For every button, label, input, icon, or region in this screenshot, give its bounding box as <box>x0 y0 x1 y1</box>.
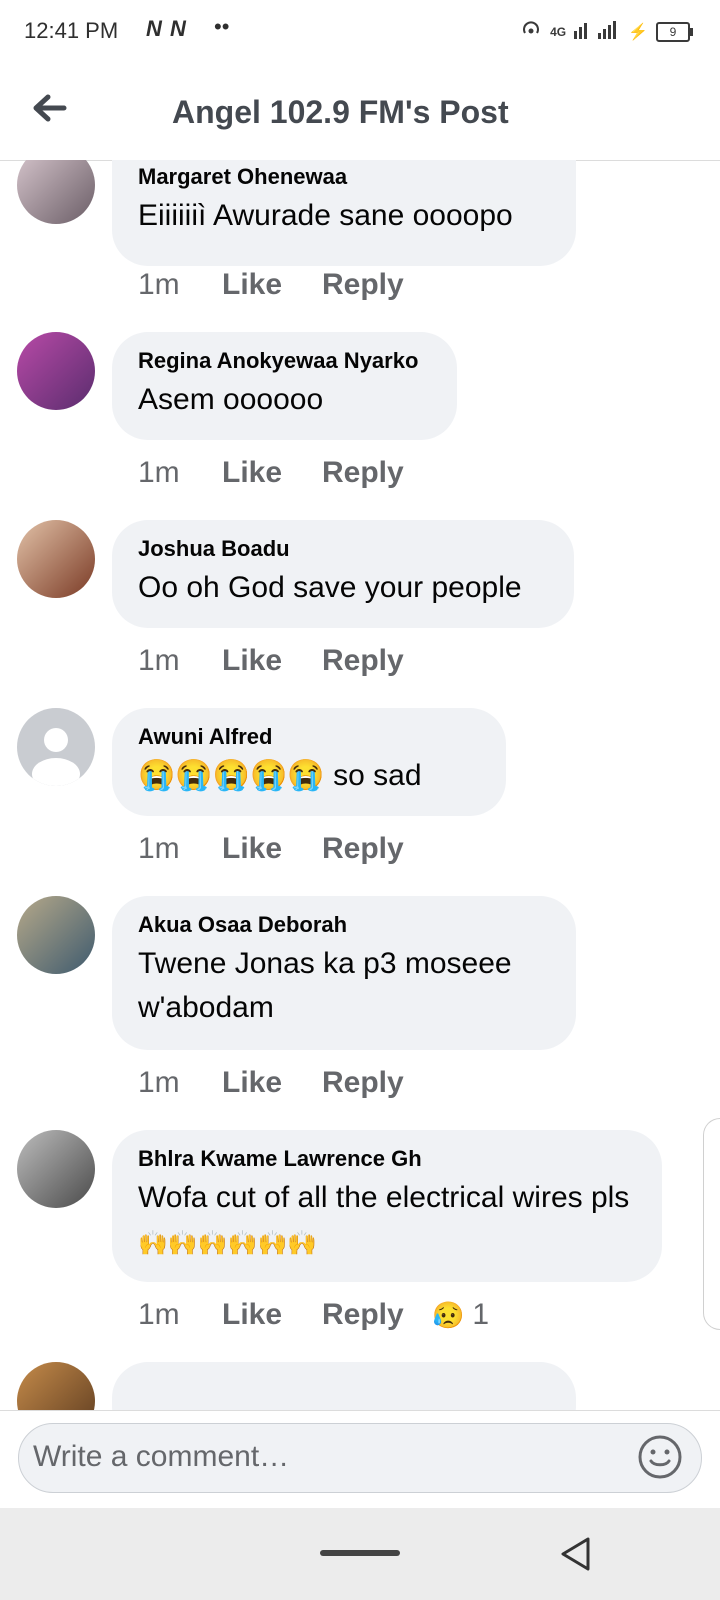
notification-dots: •• <box>214 14 230 39</box>
status-bar: 12:41 PM N N •• 4G ⚡ 9 <box>0 0 720 64</box>
comment-text: Wofa cut of all the electrical wires pls… <box>138 1176 648 1266</box>
charging-icon: ⚡ <box>628 23 648 41</box>
reply-button[interactable]: Reply <box>322 832 432 866</box>
comment-bubble[interactable]: Bhlra Kwame Lawrence Gh Wofa cut of all … <box>112 1130 662 1282</box>
comment-author[interactable]: Akua Osaa Deborah <box>138 910 550 940</box>
like-button[interactable]: Like <box>222 1066 322 1100</box>
like-button[interactable]: Like <box>222 456 322 490</box>
reply-button[interactable]: Reply <box>322 644 432 678</box>
avatar[interactable] <box>17 896 95 974</box>
status-time: 12:41 PM <box>24 18 119 43</box>
comment-bubble[interactable]: Joshua Boadu Oo oh God save your people <box>112 520 574 628</box>
hotspot-icon <box>520 18 542 45</box>
comment-author[interactable]: Awuni Alfred <box>138 722 480 752</box>
back-arrow-icon[interactable] <box>28 86 72 130</box>
comment-bubble[interactable]: Awuni Alfred 😭😭😭😭😭 so sad <box>112 708 506 816</box>
raising-hands-emoji-icon: 🙌🙌🙌🙌🙌🙌 <box>138 1230 318 1257</box>
avatar[interactable] <box>17 708 95 786</box>
comment-text-body: Wofa cut of all the electrical wires pls <box>138 1181 630 1214</box>
comment-text: Eiiiiiiì Awurade sane oooopo <box>138 199 513 232</box>
comment-bubble[interactable]: Margaret Ohenewaa Eiiiiiiì Awurade sane … <box>112 160 576 266</box>
comment-time[interactable]: 1m <box>138 456 222 490</box>
comment-text: Asem oooooo <box>138 383 324 416</box>
side-tab-handle[interactable] <box>703 1118 720 1330</box>
page-title: Angel 102.9 FM's Post <box>172 94 509 130</box>
reaction-count: 1 <box>472 1298 490 1331</box>
comment-author[interactable]: Bhlra Kwame Lawrence Gh <box>138 1144 636 1174</box>
home-pill-icon[interactable] <box>320 1550 400 1556</box>
reply-button[interactable]: Reply <box>322 268 432 302</box>
crying-emoji-icon: 😭😭😭😭😭 <box>138 759 325 792</box>
comment-actions: 1m Like Reply 😥 1 <box>138 1298 489 1332</box>
like-button[interactable]: Like <box>222 268 322 302</box>
comments-list: Margaret Ohenewaa Eiiiiiiì Awurade sane … <box>0 160 720 1410</box>
comment-author[interactable]: Joshua Boadu <box>138 534 548 564</box>
comment-input[interactable]: Write a comment… <box>18 1423 702 1493</box>
like-button[interactable]: Like <box>222 832 322 866</box>
network-type: 4G <box>550 24 567 39</box>
comment-actions: 1m Like Reply <box>138 832 432 866</box>
comment-text: Oo oh God save your people <box>138 571 522 604</box>
status-right: 4G ⚡ 9 <box>520 18 693 45</box>
comment-actions: 1m Like Reply <box>138 644 432 678</box>
avatar[interactable] <box>17 332 95 410</box>
comment-composer: Write a comment… <box>0 1410 720 1509</box>
avatar[interactable] <box>17 1130 95 1208</box>
reply-button[interactable]: Reply <box>322 456 432 490</box>
battery-icon: 9 <box>656 21 693 42</box>
comment-bubble[interactable]: Akua Osaa Deborah Twene Jonas ka p3 mose… <box>112 896 576 1050</box>
like-button[interactable]: Like <box>222 1298 322 1332</box>
carrier-icons: N N <box>146 16 187 41</box>
like-button[interactable]: Like <box>222 644 322 678</box>
smiley-icon[interactable] <box>637 1434 683 1480</box>
comment-time[interactable]: 1m <box>138 832 222 866</box>
comment-author[interactable]: Regina Anokyewaa Nyarko <box>138 346 431 376</box>
sad-emoji-icon: 😥 <box>432 1299 465 1330</box>
comment-time[interactable]: 1m <box>138 1298 222 1332</box>
comment-bubble[interactable] <box>112 1362 576 1410</box>
comment-text: 😭😭😭😭😭 so sad <box>138 754 480 798</box>
comment-input-placeholder: Write a comment… <box>33 1440 290 1473</box>
comment-time[interactable]: 1m <box>138 1066 222 1100</box>
comment-actions: 1m Like Reply <box>138 456 432 490</box>
comment-actions: 1m Like Reply <box>138 1066 432 1100</box>
comment-author[interactable]: Margaret Ohenewaa <box>138 162 550 192</box>
comment-bubble[interactable]: Regina Anokyewaa Nyarko Asem oooooo <box>112 332 457 440</box>
comment-text: Twene Jonas ka p3 moseee w'abodam <box>138 947 512 1024</box>
signal-icon <box>574 19 620 44</box>
post-header: Angel 102.9 FM's Post <box>0 64 720 161</box>
avatar[interactable] <box>17 160 95 224</box>
comment-time[interactable]: 1m <box>138 268 222 302</box>
system-nav-bar <box>0 1508 720 1600</box>
comment-time[interactable]: 1m <box>138 644 222 678</box>
reaction-summary[interactable]: 😥 1 <box>432 1298 489 1332</box>
triangle-back-icon[interactable] <box>558 1536 592 1572</box>
comment-actions: 1m Like Reply <box>138 268 432 302</box>
avatar[interactable] <box>17 1362 95 1410</box>
avatar[interactable] <box>17 520 95 598</box>
reply-button[interactable]: Reply <box>322 1298 432 1332</box>
reply-button[interactable]: Reply <box>322 1066 432 1100</box>
comment-text-suffix: so sad <box>333 759 422 792</box>
